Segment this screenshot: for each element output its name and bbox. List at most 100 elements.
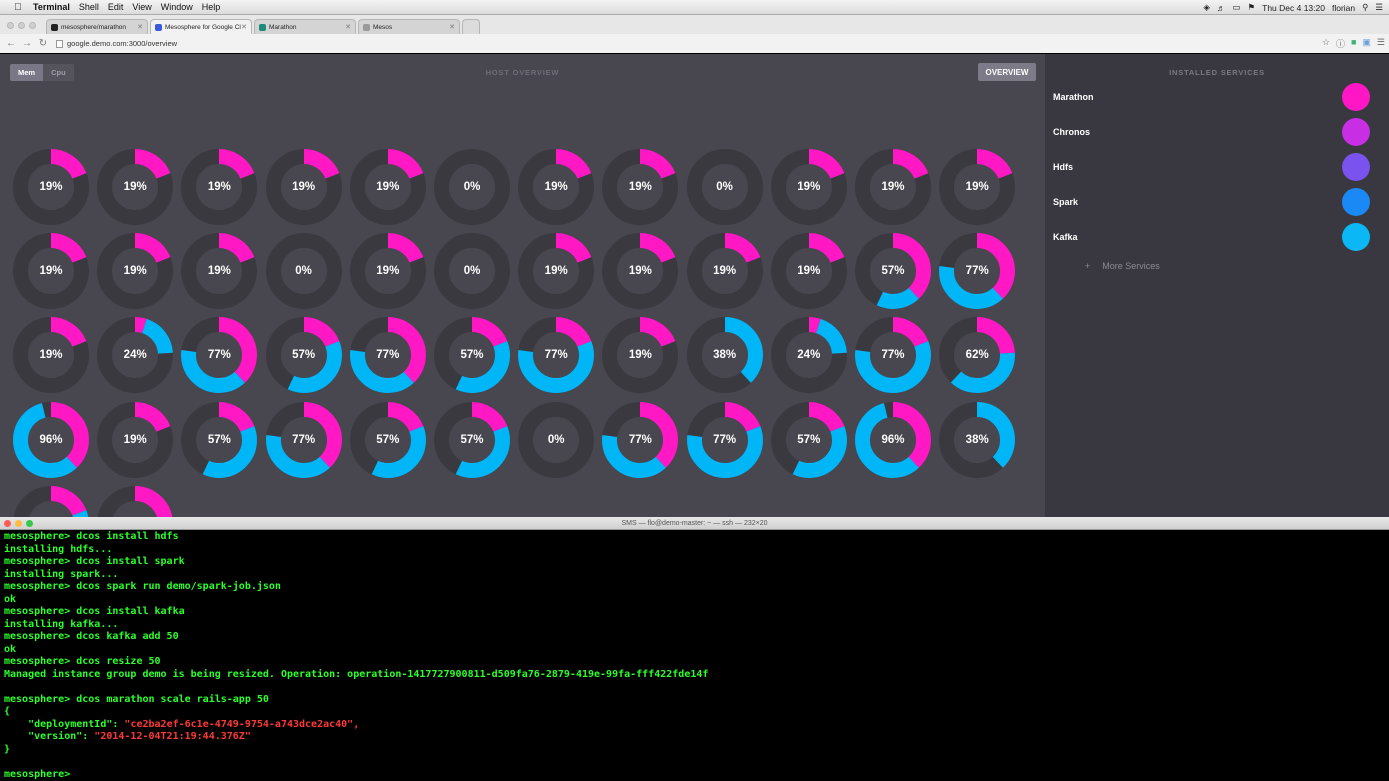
host-donut[interactable]: 57% <box>433 316 511 394</box>
service-marathon[interactable]: Marathon <box>1045 82 1389 112</box>
menu-help[interactable]: Help <box>202 2 221 12</box>
tab-marathon[interactable]: Marathon ✕ <box>254 19 356 34</box>
new-tab-button[interactable] <box>462 19 480 34</box>
tab-mesos[interactable]: Mesos ✕ <box>358 19 460 34</box>
host-donut[interactable]: 38% <box>686 316 764 394</box>
star-icon[interactable]: ☆ <box>1322 37 1330 50</box>
host-donut[interactable]: 19% <box>770 232 848 310</box>
spotlight-icon[interactable]: ⚲ <box>1362 2 1368 13</box>
apple-icon[interactable]:  <box>11 2 25 13</box>
close-icon[interactable]: ✕ <box>449 23 455 31</box>
host-donut[interactable]: 0% <box>517 401 595 479</box>
extension-icon[interactable]: ■ <box>1351 37 1356 50</box>
host-donut[interactable]: 19% <box>854 148 932 226</box>
host-donut[interactable]: 19% <box>96 148 174 226</box>
close-icon[interactable] <box>4 520 11 527</box>
wifi-icon[interactable]: ◈ <box>1203 2 1210 13</box>
host-donut[interactable]: 19% <box>96 232 174 310</box>
host-donut[interactable]: 77% <box>180 316 258 394</box>
host-donut[interactable]: 77% <box>938 232 1016 310</box>
host-donut[interactable]: 19% <box>517 148 595 226</box>
menu-icon[interactable]: ☰ <box>1377 37 1385 50</box>
host-donut[interactable]: 19% <box>601 232 679 310</box>
reload-icon[interactable]: ↻ <box>38 38 48 49</box>
window-controls <box>7 22 36 29</box>
menu-clock[interactable]: Thu Dec 4 13:20 <box>1262 3 1325 13</box>
menu-edit[interactable]: Edit <box>108 2 124 12</box>
minimize-icon[interactable] <box>15 520 22 527</box>
host-donut[interactable]: 19% <box>265 148 343 226</box>
host-donut[interactable]: 57% <box>770 401 848 479</box>
host-donut[interactable]: 0% <box>686 148 764 226</box>
zoom-icon[interactable] <box>26 520 33 527</box>
tab-github[interactable]: mesosphere/marathon ✕ <box>46 19 148 34</box>
host-donut[interactable]: 19% <box>349 148 427 226</box>
host-donut[interactable]: 19% <box>686 232 764 310</box>
host-donut[interactable]: 57% <box>180 401 258 479</box>
host-donut[interactable]: 19% <box>180 232 258 310</box>
menu-shell[interactable]: Shell <box>79 2 99 12</box>
host-percent: 57% <box>770 401 848 479</box>
host-donut[interactable]: 57% <box>349 401 427 479</box>
host-donut[interactable]: 62% <box>938 316 1016 394</box>
battery-icon[interactable]: ▭ <box>1232 2 1240 13</box>
host-donut[interactable]: 57% <box>854 232 932 310</box>
host-donut[interactable]: 38% <box>938 401 1016 479</box>
host-donut[interactable]: 77% <box>517 316 595 394</box>
host-donut[interactable]: 0% <box>433 232 511 310</box>
menu-app-name[interactable]: Terminal <box>33 2 70 12</box>
close-icon[interactable]: ✕ <box>137 23 143 31</box>
host-donut[interactable]: 0% <box>433 148 511 226</box>
terminal-output[interactable]: mesosphere> dcos install hdfsinstalling … <box>0 530 1389 781</box>
host-donut[interactable]: 96% <box>12 401 90 479</box>
address-bar[interactable]: google.demo.com:3000/overview <box>56 39 177 48</box>
info-icon[interactable]: ⓘ <box>1336 37 1345 50</box>
menu-user[interactable]: florian <box>1332 3 1355 13</box>
host-donut[interactable]: 77% <box>349 316 427 394</box>
host-donut[interactable]: 19% <box>96 401 174 479</box>
more-services-link[interactable]: + More Services <box>1085 261 1160 271</box>
tab-mesosphere[interactable]: Mesosphere for Google Cl ✕ <box>150 19 252 34</box>
extension-icon-2[interactable]: ▣ <box>1362 37 1371 50</box>
host-donut[interactable]: 19% <box>12 148 90 226</box>
flag-icon[interactable]: ⚑ <box>1248 2 1256 13</box>
host-donut[interactable]: 19% <box>180 148 258 226</box>
zoom-icon[interactable] <box>29 22 36 29</box>
host-donut[interactable]: 77% <box>686 401 764 479</box>
host-donut[interactable]: 19% <box>12 316 90 394</box>
terminal-window[interactable]: SMS — flo@demo-master: ~ — ssh — 232×20 … <box>0 517 1389 777</box>
host-donut[interactable]: 0% <box>265 232 343 310</box>
host-donut[interactable]: 77% <box>854 316 932 394</box>
host-donut[interactable]: 24% <box>770 316 848 394</box>
host-donut[interactable]: 19% <box>12 232 90 310</box>
service-kafka[interactable]: Kafka <box>1045 222 1389 252</box>
service-spark[interactable]: Spark <box>1045 187 1389 217</box>
menu-window[interactable]: Window <box>161 2 193 12</box>
host-donut[interactable]: 19% <box>349 232 427 310</box>
host-donut[interactable]: 19% <box>601 316 679 394</box>
forward-icon[interactable]: → <box>22 38 32 49</box>
close-icon[interactable]: ✕ <box>345 23 351 31</box>
host-donut[interactable]: 19% <box>938 148 1016 226</box>
minimize-icon[interactable] <box>18 22 25 29</box>
back-icon[interactable]: ← <box>6 38 16 49</box>
menu-view[interactable]: View <box>132 2 151 12</box>
host-donut[interactable]: 77% <box>265 401 343 479</box>
host-percent: 19% <box>12 148 90 226</box>
service-chronos[interactable]: Chronos <box>1045 117 1389 147</box>
url-text[interactable]: google.demo.com:3000/overview <box>67 39 177 48</box>
notification-icon[interactable]: ☰ <box>1375 2 1383 13</box>
host-donut[interactable]: 57% <box>433 401 511 479</box>
close-icon[interactable] <box>7 22 14 29</box>
close-icon[interactable]: ✕ <box>241 23 247 31</box>
host-donut[interactable]: 96% <box>854 401 932 479</box>
volume-icon[interactable]: ♬ <box>1217 3 1226 13</box>
host-donut[interactable]: 77% <box>601 401 679 479</box>
service-hdfs[interactable]: Hdfs <box>1045 152 1389 182</box>
terminal-json-line: "version": "2014-12-04T21:19:44.376Z" <box>4 731 1389 744</box>
host-donut[interactable]: 19% <box>517 232 595 310</box>
host-donut[interactable]: 19% <box>601 148 679 226</box>
host-donut[interactable]: 24% <box>96 316 174 394</box>
host-donut[interactable]: 57% <box>265 316 343 394</box>
host-donut[interactable]: 19% <box>770 148 848 226</box>
